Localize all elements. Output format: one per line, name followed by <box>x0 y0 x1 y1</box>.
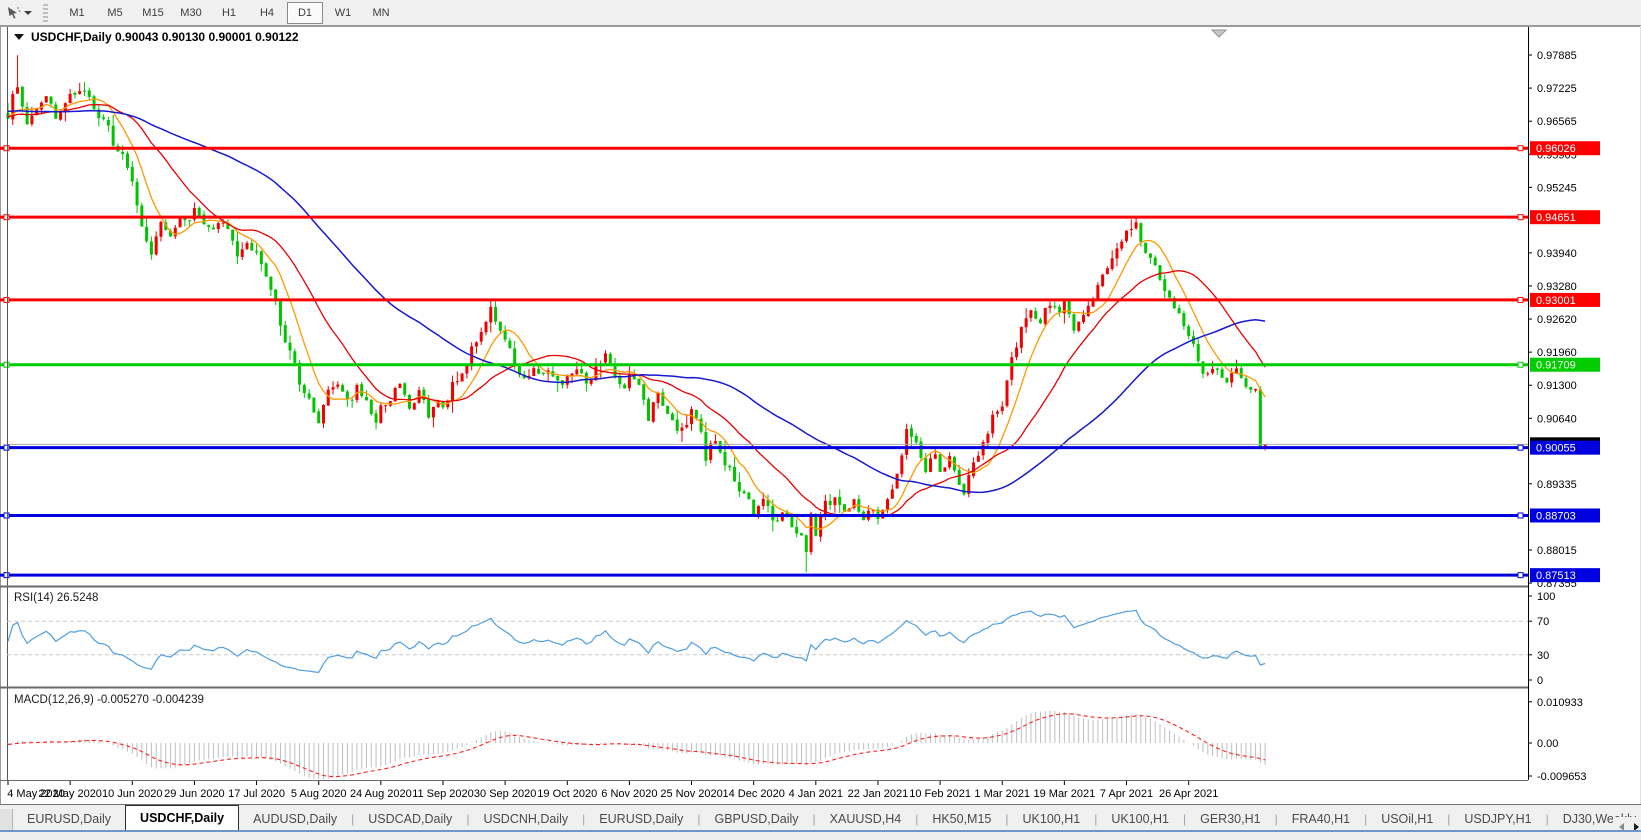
timeframe-button-m5[interactable]: M5 <box>97 2 133 24</box>
y-axis-label: 0.95245 <box>1537 182 1577 194</box>
toolbar-grip <box>43 3 48 22</box>
x-axis-label: 24 Aug 2020 <box>350 788 412 800</box>
y-axis-label: 0.93940 <box>1537 248 1577 260</box>
symbol-tab-usdcnh-daily[interactable]: USDCNH,Daily <box>469 809 582 830</box>
y-axis-label: 0.93280 <box>1537 281 1577 293</box>
x-axis-label: 19 Mar 2021 <box>1033 788 1095 800</box>
symbol-tab-eurusd-daily[interactable]: EURUSD,Daily <box>13 809 125 830</box>
toolbar: M1 M5 M15 M30 H1 H4 D1 W1 MN <box>0 0 1641 26</box>
rsi-axis-label: 70 <box>1537 616 1549 628</box>
trading-terminal-window: M1 M5 M15 M30 H1 H4 D1 W1 MN USDCHF,Daily 0.9004… <box>0 0 1641 840</box>
x-axis-label: 5 Aug 2020 <box>291 788 347 800</box>
macd-axis-label: 0.010933 <box>1537 697 1583 709</box>
chart-title-text: USDCHF,Daily 0.90043 0.90130 0.90001 0.9… <box>31 30 299 44</box>
macd-axis-label: 0.00 <box>1537 738 1558 750</box>
symbol-tab-fra40-h1[interactable]: FRA40,H1 <box>1278 809 1364 830</box>
x-axis-label: 7 Apr 2021 <box>1100 788 1153 800</box>
x-axis-label: 11 Sep 2020 <box>412 788 474 800</box>
timeframe-button-h1[interactable]: H1 <box>211 2 247 24</box>
collapse-triangle-icon <box>14 34 24 40</box>
x-axis-label: 4 Jan 2021 <box>789 788 843 800</box>
chart-area[interactable]: USDCHF,Daily 0.90043 0.90130 0.90001 0.9… <box>0 26 1641 804</box>
rsi-indicator-label: RSI(14) 26.5248 <box>14 592 99 604</box>
symbol-tab-gbpusd-daily[interactable]: GBPUSD,Daily <box>700 809 812 830</box>
rsi-axis-label: 30 <box>1537 650 1549 662</box>
hline-price-label: 0.88703 <box>1536 510 1576 522</box>
x-axis-label: 25 Nov 2020 <box>660 788 722 800</box>
symbol-tab-hk50-m15[interactable]: HK50,M15 <box>918 809 1005 830</box>
symbol-tab-uk100-h1[interactable]: UK100,H1 <box>1097 809 1183 830</box>
hline-price-label: 0.90055 <box>1536 443 1576 455</box>
symbol-tab-xauusd-h4[interactable]: XAUUSD,H4 <box>816 809 916 830</box>
macd-axis-label: -0.009653 <box>1537 771 1587 783</box>
y-axis-label: 0.89335 <box>1537 479 1577 491</box>
y-axis-label: 0.97225 <box>1537 83 1577 95</box>
y-axis-label: 0.90640 <box>1537 413 1577 425</box>
x-axis-label: 26 Apr 2021 <box>1159 788 1218 800</box>
symbol-tab-audusd-daily[interactable]: AUDUSD,Daily <box>239 809 351 830</box>
rsi-axis-label: 100 <box>1537 591 1555 603</box>
price-chart-svg[interactable]: 0.978850.972250.965650.959050.952450.939… <box>0 26 1641 804</box>
symbol-tab-usoil-h1[interactable]: USOil,H1 <box>1367 809 1447 830</box>
rsi-axis-label: 0 <box>1537 675 1543 687</box>
x-axis-label: 17 Jul 2020 <box>228 788 285 800</box>
x-axis-label: 30 Sep 2020 <box>474 788 536 800</box>
y-axis-label: 0.92620 <box>1537 314 1577 326</box>
symbol-tab-bar: EURUSD,Daily USDCHF,Daily AUDUSD,Daily | USD… <box>0 804 1641 830</box>
hline-price-label: 0.94651 <box>1536 212 1576 224</box>
y-axis-label: 0.91300 <box>1537 380 1577 392</box>
x-axis-label: 10 Feb 2021 <box>909 788 971 800</box>
timeframe-button-m15[interactable]: M15 <box>135 2 171 24</box>
x-axis-label: 1 Mar 2021 <box>974 788 1030 800</box>
x-axis-label: 22 Jan 2021 <box>848 788 909 800</box>
x-axis-label: 6 Nov 2020 <box>601 788 657 800</box>
y-axis-label: 0.88015 <box>1537 545 1577 557</box>
x-axis-label: 22 May 2020 <box>38 788 102 800</box>
hline-price-label: 0.93001 <box>1536 295 1576 307</box>
cursor-tool-button[interactable] <box>3 2 35 24</box>
hline-price-label: 0.87513 <box>1536 570 1576 582</box>
tab-stub <box>0 809 13 830</box>
hline-price-label: 0.91709 <box>1536 360 1576 372</box>
timeframe-button-mn[interactable]: MN <box>363 2 399 24</box>
timeframe-button-w1[interactable]: W1 <box>325 2 361 24</box>
y-axis-label: 0.97885 <box>1537 50 1577 62</box>
symbol-tab-ger30-h1[interactable]: GER30,H1 <box>1186 809 1274 830</box>
chart-title: USDCHF,Daily 0.90043 0.90130 0.90001 0.9… <box>14 30 299 44</box>
symbol-tab-uk100-h1[interactable]: UK100,H1 <box>1009 809 1095 830</box>
timeframe-button-m30[interactable]: M30 <box>173 2 209 24</box>
crosshair-cursor-icon <box>8 7 21 19</box>
timeframe-button-h4[interactable]: H4 <box>249 2 285 24</box>
timeframe-button-group: M1 M5 M15 M30 H1 H4 D1 W1 MN <box>58 1 400 24</box>
chevron-down-icon <box>24 10 32 15</box>
x-axis-label: 10 Jun 2020 <box>102 788 163 800</box>
x-axis-label: 14 Dec 2020 <box>722 788 784 800</box>
macd-indicator-label: MACD(12,26,9) -0.005270 -0.004239 <box>14 694 204 706</box>
symbol-tab-usdjpy-h1[interactable]: USDJPY,H1 <box>1450 809 1545 830</box>
y-axis-label: 0.96565 <box>1537 116 1577 128</box>
x-axis-label: 29 Jun 2020 <box>164 788 225 800</box>
y-axis-label: 0.91960 <box>1537 347 1577 359</box>
status-bar <box>0 830 1641 840</box>
x-axis-label: 19 Oct 2020 <box>537 788 597 800</box>
timeframe-button-d1[interactable]: D1 <box>287 1 323 24</box>
symbol-tab-eurusd-daily[interactable]: EURUSD,Daily <box>585 809 697 830</box>
timeframe-button-m1[interactable]: M1 <box>59 2 95 24</box>
symbol-tab-usdcad-daily[interactable]: USDCAD,Daily <box>354 809 466 830</box>
symbol-tab-usdchf-daily[interactable]: USDCHF,Daily <box>125 805 240 830</box>
hline-price-label: 0.96026 <box>1536 143 1576 155</box>
